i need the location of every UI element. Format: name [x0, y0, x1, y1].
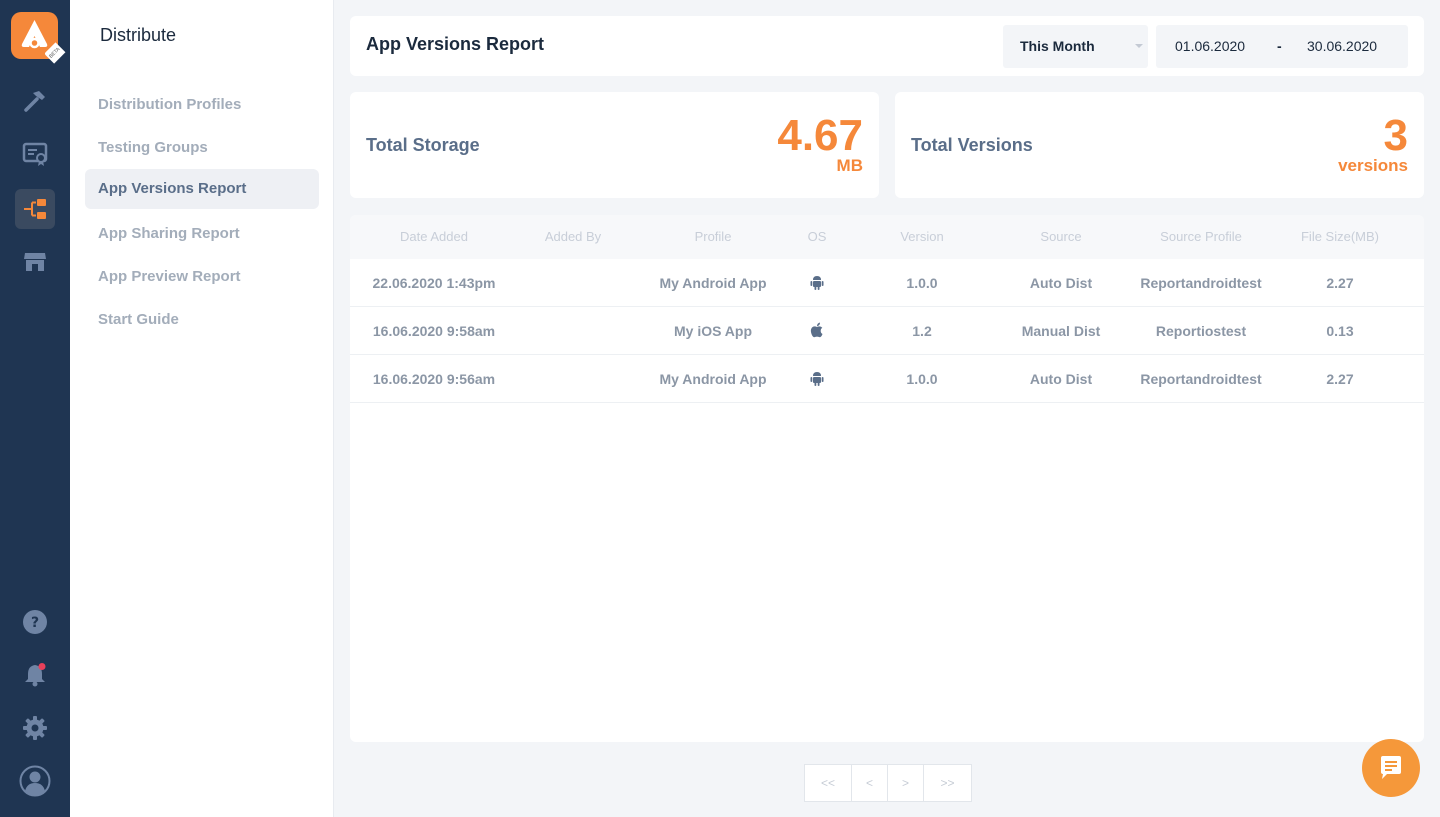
chevron-down-icon [1135, 44, 1143, 48]
table-header: Date Added Added By Profile OS Version S… [350, 215, 1424, 259]
table-row[interactable]: 16.06.2020 9:58am My iOS App 1.2 Manual … [350, 307, 1424, 355]
page-title: App Versions Report [366, 34, 545, 54]
gear-icon [23, 716, 47, 740]
rail-test-button[interactable] [15, 134, 55, 174]
sidebar-item-app-sharing-report[interactable]: App Sharing Report [85, 214, 319, 254]
cell-date-added: 16.06.2020 9:56am [372, 371, 496, 387]
date-range-picker[interactable]: 01.06.2020 - 30.06.2020 [1156, 25, 1408, 68]
versions-table: Date Added Added By Profile OS Version S… [350, 215, 1424, 742]
cell-version: 1.0.0 [906, 371, 938, 387]
total-storage-unit: MB [836, 156, 863, 175]
rail-store-button[interactable] [15, 242, 55, 282]
total-storage-label: Total Storage [366, 135, 480, 155]
column-header-os[interactable]: OS [808, 215, 827, 259]
pagination: << < > >> [804, 764, 972, 802]
rail-distribute-button[interactable] [15, 189, 55, 229]
certificate-icon [22, 142, 48, 166]
cell-version: 1.0.0 [906, 275, 938, 291]
android-icon [810, 276, 824, 290]
total-versions-unit: versions [1338, 156, 1408, 175]
rail-help-button[interactable]: ? [15, 602, 55, 642]
cell-source-profile: Reportandroidtest [1140, 371, 1262, 387]
android-icon [810, 372, 824, 386]
last-page-button[interactable]: >> [924, 765, 971, 801]
app-logo[interactable]: BETA [11, 12, 66, 64]
date-from[interactable]: 01.06.2020 [1175, 25, 1245, 68]
next-page-button[interactable]: > [888, 765, 924, 801]
first-page-button[interactable]: << [805, 765, 852, 801]
table-row[interactable]: 16.06.2020 9:56am My Android App 1.0.0 A… [350, 355, 1424, 403]
cell-os [810, 370, 824, 386]
column-header-source[interactable]: Source [1040, 215, 1081, 259]
cell-source: Auto Dist [1029, 371, 1093, 387]
rail-profile-button[interactable] [15, 761, 55, 801]
cell-file-size: 2.27 [1326, 371, 1354, 387]
cell-source-profile: Reportandroidtest [1140, 275, 1262, 291]
cell-profile: My Android App [659, 275, 767, 291]
total-versions-label: Total Versions [911, 135, 1033, 155]
apple-icon [810, 322, 823, 338]
report-header: App Versions Report This Month 01.06.202… [350, 16, 1424, 76]
cell-profile: My iOS App [673, 323, 753, 339]
hammer-icon [24, 91, 45, 112]
sidebar-item-distribution-profiles[interactable]: Distribution Profiles [85, 85, 319, 125]
previous-page-button[interactable]: < [852, 765, 888, 801]
sidebar-item-start-guide[interactable]: Start Guide [85, 300, 319, 340]
sidebar-item-testing-groups[interactable]: Testing Groups [85, 128, 319, 168]
date-to[interactable]: 30.06.2020 [1307, 25, 1377, 68]
cell-source: Manual Dist [1021, 323, 1101, 339]
svg-text:?: ? [31, 615, 39, 631]
cell-source-profile: Reportiostest [1155, 323, 1247, 339]
sidebar-item-app-versions-report[interactable]: App Versions Report [85, 169, 319, 209]
cell-os [810, 322, 824, 338]
total-storage-value: 4.67 [777, 111, 863, 160]
distribute-sidebar: Distribute Distribution Profiles Testing… [70, 0, 334, 817]
sidebar-title: Distribute [100, 25, 177, 45]
distribute-icon [24, 199, 46, 219]
column-header-profile[interactable]: Profile [695, 215, 732, 259]
help-icon: ? [23, 610, 47, 634]
cell-date-added: 16.06.2020 9:58am [372, 323, 496, 339]
app-rail: BETA ? [0, 0, 70, 817]
date-separator: - [1277, 38, 1282, 54]
cell-file-size: 0.13 [1326, 323, 1354, 339]
cell-source: Auto Dist [1029, 275, 1093, 291]
bell-icon [25, 663, 46, 687]
cell-profile: My Android App [659, 371, 767, 387]
cell-version: 1.2 [912, 323, 932, 339]
sidebar-item-app-preview-report[interactable]: App Preview Report [85, 257, 319, 297]
column-header-version[interactable]: Version [900, 215, 943, 259]
column-header-source-profile[interactable]: Source Profile [1160, 215, 1242, 259]
column-header-file-size[interactable]: File Size(MB) [1301, 215, 1379, 259]
cell-date-added: 22.06.2020 1:43pm [372, 275, 496, 291]
user-avatar-icon [19, 765, 51, 797]
period-select[interactable]: This Month [1003, 25, 1148, 68]
chat-icon [1381, 756, 1401, 779]
period-select-value: This Month [1020, 38, 1095, 54]
column-header-date-added[interactable]: Date Added [400, 215, 468, 259]
rail-settings-button[interactable] [15, 708, 55, 748]
total-versions-card: Total Versions 3 versions [895, 92, 1424, 198]
column-header-added-by[interactable]: Added By [545, 215, 601, 259]
total-storage-card: Total Storage 4.67 MB [350, 92, 879, 198]
table-row[interactable]: 22.06.2020 1:43pm My Android App 1.0.0 A… [350, 259, 1424, 307]
rail-notifications-button[interactable] [15, 655, 55, 695]
logo-mark-icon [21, 20, 48, 49]
cell-file-size: 2.27 [1326, 275, 1354, 291]
total-versions-value: 3 [1383, 111, 1408, 160]
store-icon [24, 253, 46, 271]
chat-button[interactable] [1362, 739, 1420, 797]
rail-build-button[interactable] [15, 81, 55, 121]
cell-os [810, 274, 824, 290]
notification-dot-icon [38, 663, 46, 670]
